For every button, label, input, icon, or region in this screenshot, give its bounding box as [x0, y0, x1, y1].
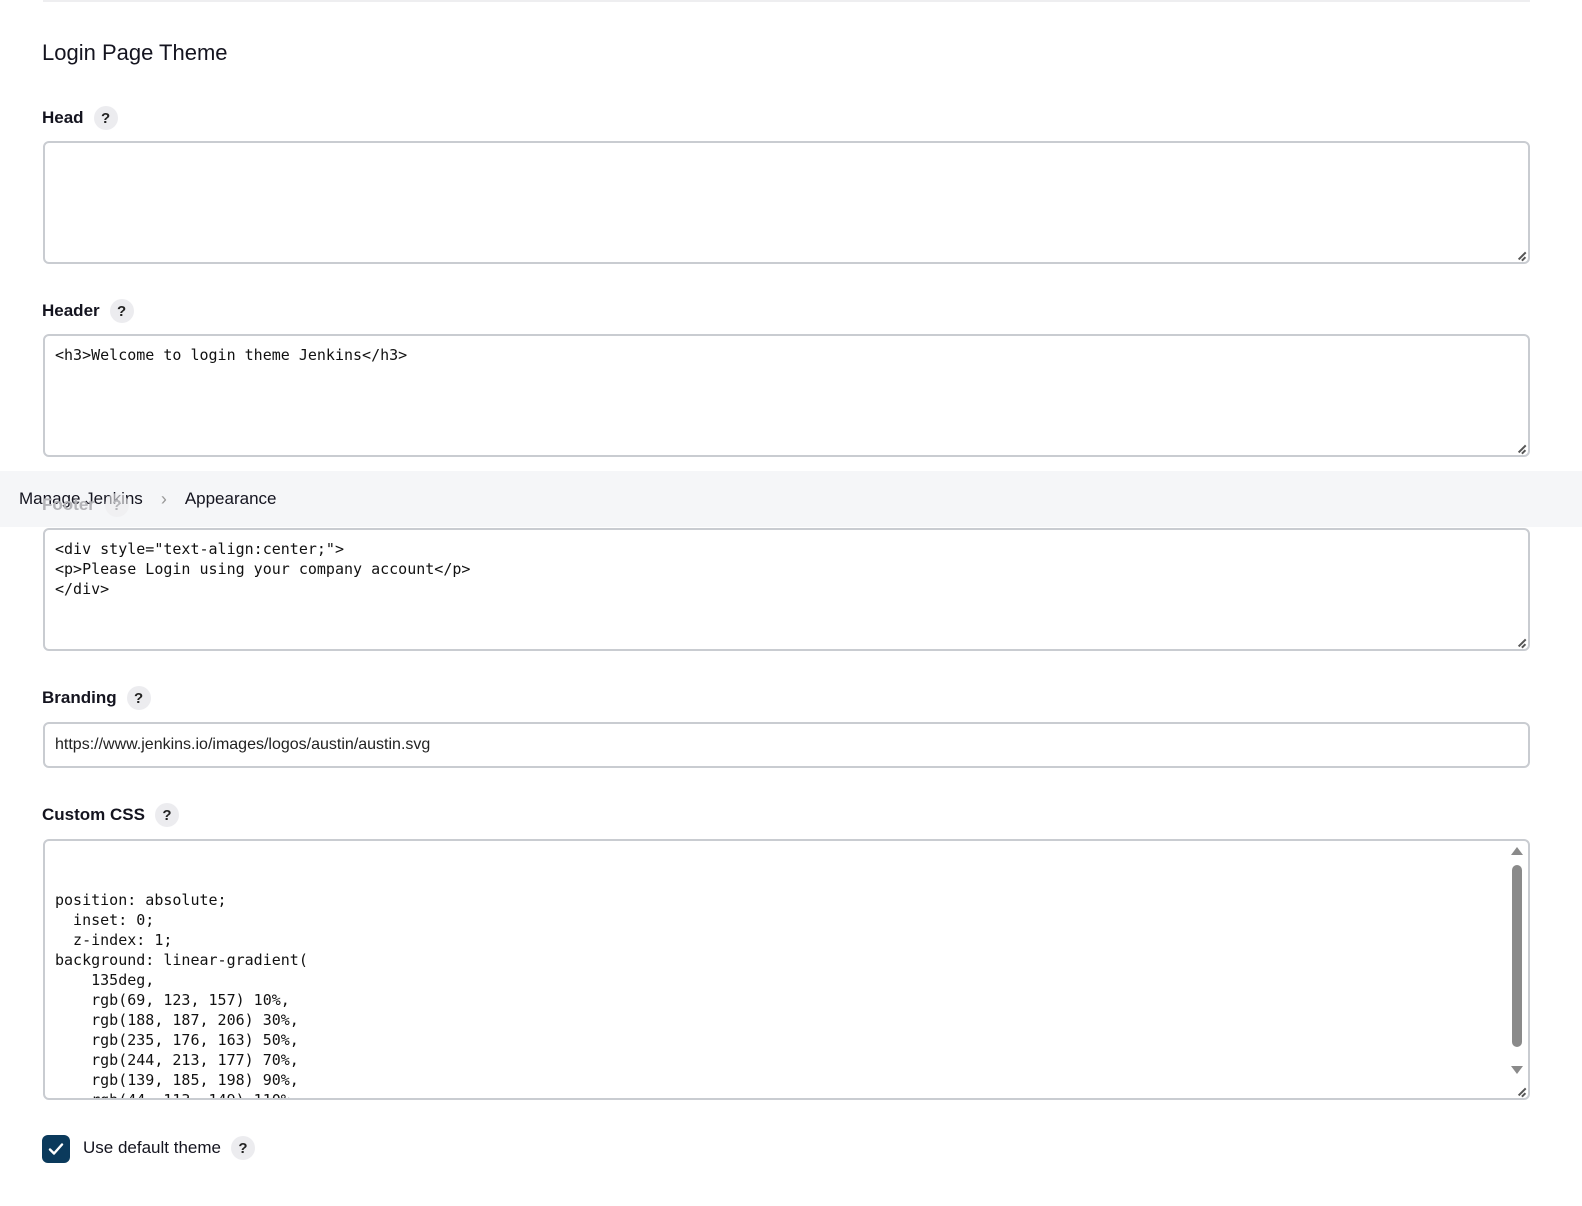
chevron-right-icon: ›	[160, 488, 167, 509]
head-label: Head?	[42, 106, 118, 130]
resize-handle-icon[interactable]	[1516, 443, 1526, 453]
help-icon[interactable]: ?	[126, 686, 151, 710]
breadcrumb-appearance[interactable]: Appearance	[185, 489, 277, 509]
scroll-up-icon[interactable]	[1511, 847, 1523, 855]
help-icon[interactable]: ?	[154, 803, 179, 827]
head-label-text: Head	[42, 108, 84, 127]
header-label-text: Header	[42, 301, 100, 320]
branding-input[interactable]: https://www.jenkins.io/images/logos/aust…	[43, 722, 1530, 768]
footer-label-text: Footer	[42, 495, 95, 514]
scrollbar[interactable]	[1510, 845, 1524, 1082]
scroll-down-icon[interactable]	[1511, 1066, 1523, 1074]
custom-css-textarea[interactable]: position: absolute; inset: 0; z-index: 1…	[43, 839, 1530, 1100]
branding-label-text: Branding	[42, 688, 117, 707]
help-icon[interactable]: ?	[104, 493, 129, 517]
divider	[43, 0, 1530, 2]
header-textarea[interactable]: <h3>Welcome to login theme Jenkins</h3>	[43, 334, 1530, 457]
scrollbar-thumb[interactable]	[1512, 865, 1522, 1047]
head-textarea[interactable]	[43, 141, 1530, 264]
footer-textarea[interactable]: <div style="text-align:center;"> <p>Plea…	[43, 528, 1530, 651]
help-icon[interactable]: ?	[93, 106, 118, 130]
use-default-theme-text[interactable]: Use default theme	[83, 1138, 221, 1158]
help-icon[interactable]: ?	[230, 1136, 255, 1160]
custom-css-label-text: Custom CSS	[42, 805, 145, 824]
use-default-theme-label: Use default theme?	[83, 1136, 255, 1160]
help-icon[interactable]: ?	[109, 299, 134, 323]
checkmark-icon	[48, 1143, 64, 1155]
custom-css-text: position: absolute; inset: 0; z-index: 1…	[55, 891, 308, 1100]
custom-css-label: Custom CSS?	[42, 803, 179, 827]
branding-label: Branding?	[42, 686, 151, 710]
resize-handle-icon[interactable]	[1516, 250, 1526, 260]
header-label: Header?	[42, 299, 134, 323]
use-default-theme-checkbox[interactable]	[42, 1135, 70, 1163]
breadcrumb: Manage Jenkins › Appearance	[0, 471, 1582, 527]
section-title: Login Page Theme	[42, 40, 228, 65]
resize-handle-icon[interactable]	[1516, 1086, 1526, 1096]
resize-handle-icon[interactable]	[1516, 637, 1526, 647]
footer-label: Footer?	[42, 493, 129, 517]
